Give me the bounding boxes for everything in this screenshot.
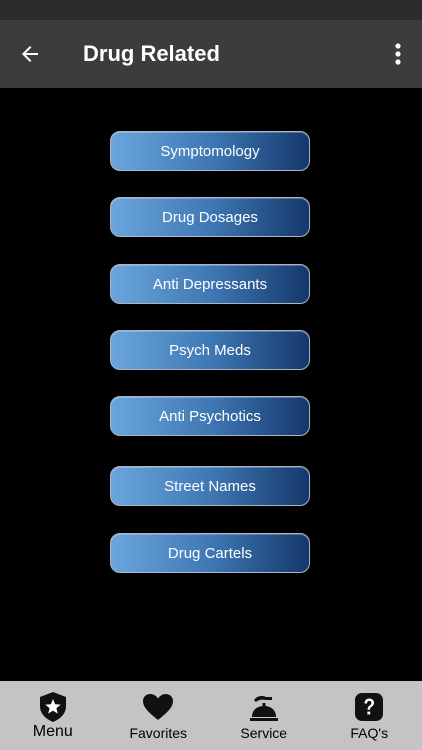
badge-star-icon <box>39 692 66 722</box>
anti-psychotics-button[interactable]: Anti Psychotics <box>110 396 310 436</box>
nav-item-menu[interactable]: Menu <box>0 681 106 750</box>
question-icon <box>355 693 384 721</box>
back-button[interactable] <box>10 34 50 74</box>
anti-depressants-button[interactable]: Anti Depressants <box>110 264 310 304</box>
nav-label-faqs: FAQ's <box>350 725 389 741</box>
menu-list: Symptomology Drug Dosages Anti Depressan… <box>0 88 422 681</box>
nav-label-service: Service <box>240 725 288 741</box>
overflow-menu-button[interactable] <box>382 34 414 74</box>
nav-label-favorites: Favorites <box>129 725 188 741</box>
service-bell-icon <box>249 696 278 721</box>
street-names-button[interactable]: Street Names <box>110 466 310 506</box>
nav-item-service[interactable]: Service <box>211 681 317 750</box>
more-vert-icon <box>395 43 401 65</box>
page-title: Drug Related <box>83 41 220 66</box>
app-bar: Drug Related <box>0 20 422 88</box>
drug-cartels-button[interactable]: Drug Cartels <box>110 533 310 573</box>
heart-icon <box>143 694 174 720</box>
symptomology-button[interactable]: Symptomology <box>110 131 310 171</box>
status-bar <box>0 0 422 20</box>
nav-item-favorites[interactable]: Favorites <box>106 681 212 750</box>
nav-item-faqs[interactable]: FAQ's <box>317 681 422 750</box>
bottom-nav: Menu Favorites Service FAQ's <box>0 681 422 750</box>
nav-label-menu: Menu <box>32 723 73 740</box>
psych-meds-button[interactable]: Psych Meds <box>110 330 310 370</box>
arrow-left-icon <box>22 46 38 62</box>
drug-dosages-button[interactable]: Drug Dosages <box>110 197 310 237</box>
